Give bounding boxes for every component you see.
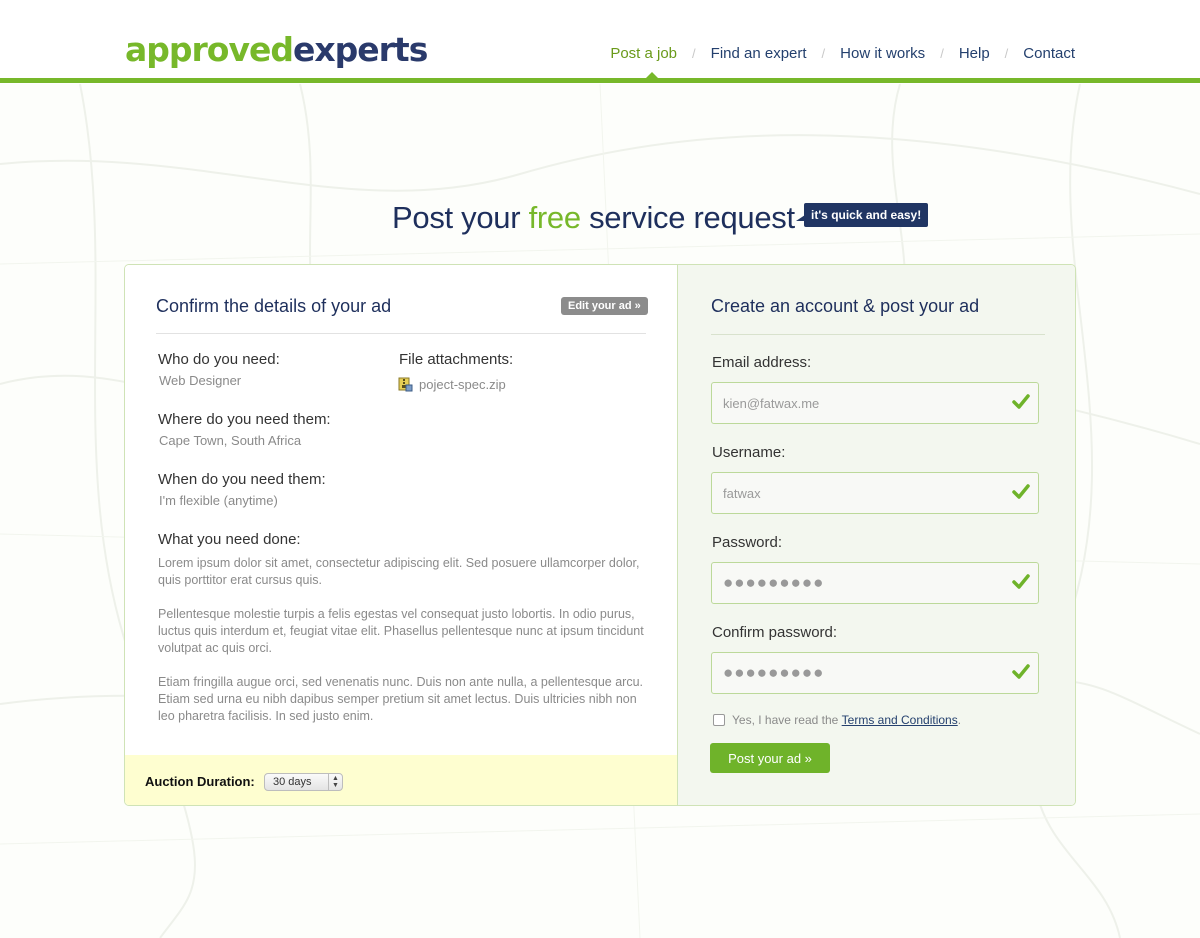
- page-title: Post your free service request: [392, 200, 795, 236]
- nav-separator: /: [692, 46, 696, 61]
- password-label: Password:: [712, 534, 783, 551]
- main-nav: Post a job / Find an expert / How it wor…: [610, 45, 1075, 62]
- post-your-ad-button[interactable]: Post your ad »: [710, 743, 830, 773]
- email-field[interactable]: kien@fatwax.me: [711, 382, 1039, 424]
- nav-post-a-job[interactable]: Post a job: [610, 45, 677, 62]
- password-field[interactable]: ●●●●●●●●●: [711, 562, 1039, 604]
- username-value: fatwax: [723, 485, 761, 501]
- details-title: Confirm the details of your ad: [156, 296, 392, 316]
- when-label: When do you need them:: [158, 471, 326, 488]
- description-paragraph: Lorem ipsum dolor sit amet, consectetur …: [158, 556, 640, 587]
- title-highlight: free: [528, 200, 582, 235]
- email-value: kien@fatwax.me: [723, 395, 820, 411]
- where-label: Where do you need them:: [158, 411, 331, 428]
- nav-help[interactable]: Help: [959, 45, 990, 62]
- confirm-password-value: ●●●●●●●●●: [723, 663, 825, 682]
- where-value: Cape Town, South Africa: [159, 433, 302, 448]
- logo[interactable]: approvedexperts: [125, 30, 428, 69]
- description-paragraph: Pellentesque molestie turpis a felis ege…: [158, 607, 644, 655]
- when-value: I'm flexible (anytime): [159, 493, 278, 508]
- nav-separator: /: [821, 46, 826, 61]
- zip-file-icon: [398, 377, 413, 392]
- account-title: Create an account & post your ad: [711, 296, 980, 316]
- files-label: File attachments:: [399, 351, 514, 368]
- check-icon: [1012, 664, 1030, 679]
- header-accent-bar: [0, 78, 1200, 83]
- confirm-password-field[interactable]: ●●●●●●●●●: [711, 652, 1039, 694]
- nav-how-it-works[interactable]: How it works: [840, 45, 925, 62]
- create-account-section: Create an account & post your ad Email a…: [677, 265, 1075, 805]
- auction-duration-value: 30 days: [273, 776, 312, 788]
- quick-easy-badge: it's quick and easy!: [804, 203, 929, 227]
- auction-duration-label: Auction Duration:: [145, 774, 255, 789]
- terms-suffix: .: [957, 713, 962, 727]
- nav-separator: /: [1004, 46, 1009, 61]
- username-field[interactable]: fatwax: [711, 472, 1039, 514]
- auction-duration-select[interactable]: 30 days ▲ ▼: [264, 773, 343, 791]
- main-panel: Confirm the details of your ad Edit your…: [124, 264, 1076, 806]
- nav-contact[interactable]: Contact: [1023, 45, 1075, 62]
- divider: [156, 333, 646, 334]
- logo-part-experts: experts: [292, 30, 428, 69]
- logo-part-approved: approved: [125, 30, 294, 69]
- check-icon: [1012, 484, 1030, 499]
- terms-checkbox[interactable]: [713, 714, 725, 726]
- description-paragraph: Etiam fringilla augue orci, sed venenati…: [158, 675, 644, 723]
- select-arrows-icon: ▲ ▼: [328, 774, 342, 790]
- terms-link[interactable]: Terms and Conditions: [842, 713, 958, 727]
- username-label: Username:: [712, 444, 786, 461]
- terms-text: Yes, I have read the: [732, 713, 839, 727]
- email-label: Email address:: [712, 354, 812, 371]
- nav-find-an-expert[interactable]: Find an expert: [711, 45, 807, 62]
- check-icon: [1012, 394, 1030, 409]
- divider: [711, 334, 1045, 335]
- confirm-password-label: Confirm password:: [712, 624, 838, 641]
- who-label: Who do you need:: [158, 351, 280, 368]
- password-value: ●●●●●●●●●: [723, 573, 825, 592]
- nav-separator: /: [940, 46, 944, 61]
- edit-ad-button[interactable]: Edit your ad »: [561, 297, 648, 315]
- auction-duration-bar: Auction Duration: 30 days ▲ ▼: [125, 755, 677, 805]
- file-attachment-link[interactable]: poject-spec.zip: [419, 377, 506, 392]
- ad-details-section: Confirm the details of your ad Edit your…: [125, 265, 677, 805]
- title-suffix: service request: [580, 200, 795, 235]
- terms-row: Yes, I have read the Terms and Condition…: [713, 713, 961, 727]
- check-icon: [1012, 574, 1030, 589]
- site-header: approvedexperts Post a job / Find an exp…: [0, 0, 1200, 84]
- what-label: What you need done:: [158, 531, 301, 548]
- title-prefix: Post your: [392, 200, 529, 235]
- who-value: Web Designer: [159, 373, 242, 388]
